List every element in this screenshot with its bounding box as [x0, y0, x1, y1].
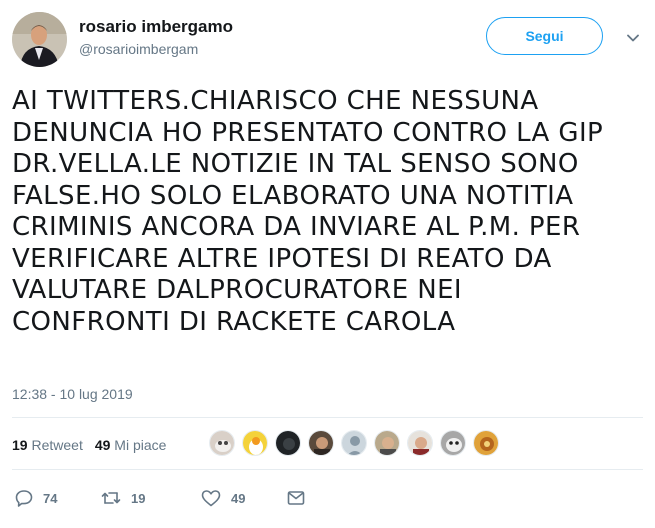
action-bar: 74 19 49	[14, 486, 306, 510]
tweet-text: AI TWITTERS.CHIARISCO CHE NESSUNA DENUNC…	[12, 86, 604, 337]
like-button[interactable]: 49	[200, 488, 286, 508]
retweets-label: Retweet	[31, 437, 83, 453]
liker-avatar[interactable]	[473, 430, 499, 456]
avatar[interactable]	[12, 12, 67, 67]
liker-avatar[interactable]	[341, 430, 367, 456]
user-handle[interactable]: @rosarioimbergam	[79, 41, 198, 57]
liker-avatar[interactable]	[209, 430, 235, 456]
retweet-count: 19	[131, 490, 146, 506]
retweets-count: 19	[12, 437, 28, 453]
liker-avatar[interactable]	[242, 430, 268, 456]
avatar-image	[12, 12, 67, 67]
retweets-stat[interactable]: 19 Retweet	[12, 437, 83, 453]
tweet-timestamp[interactable]: 12:38 - 10 lug 2019	[12, 386, 133, 402]
liker-avatar[interactable]	[308, 430, 334, 456]
divider	[12, 417, 643, 418]
follow-button[interactable]: Segui	[486, 17, 603, 55]
envelope-icon	[286, 488, 306, 508]
likes-count: 49	[94, 437, 111, 453]
retweet-button[interactable]: 19	[100, 488, 200, 508]
liker-avatar[interactable]	[440, 430, 466, 456]
likes-stat[interactable]: 49 Mi piace	[95, 437, 167, 453]
liker-avatar[interactable]	[374, 430, 400, 456]
tweet-stats: 19 Retweet 49 Mi piace	[12, 432, 178, 458]
retweet-icon	[100, 488, 122, 508]
reply-button[interactable]: 74	[14, 488, 100, 508]
heart-icon	[200, 488, 222, 508]
like-count: 49	[231, 490, 246, 506]
likes-label: Mi piace	[114, 437, 167, 453]
divider	[12, 469, 643, 470]
display-name[interactable]: rosario imbergamo	[79, 17, 233, 37]
liker-avatar[interactable]	[275, 430, 301, 456]
direct-message-button[interactable]	[286, 488, 306, 508]
reply-icon	[14, 488, 34, 508]
liker-avatar[interactable]	[407, 430, 433, 456]
chevron-down-icon[interactable]	[624, 29, 642, 47]
reply-count: 74	[43, 490, 58, 506]
likers-avatars	[209, 430, 506, 456]
